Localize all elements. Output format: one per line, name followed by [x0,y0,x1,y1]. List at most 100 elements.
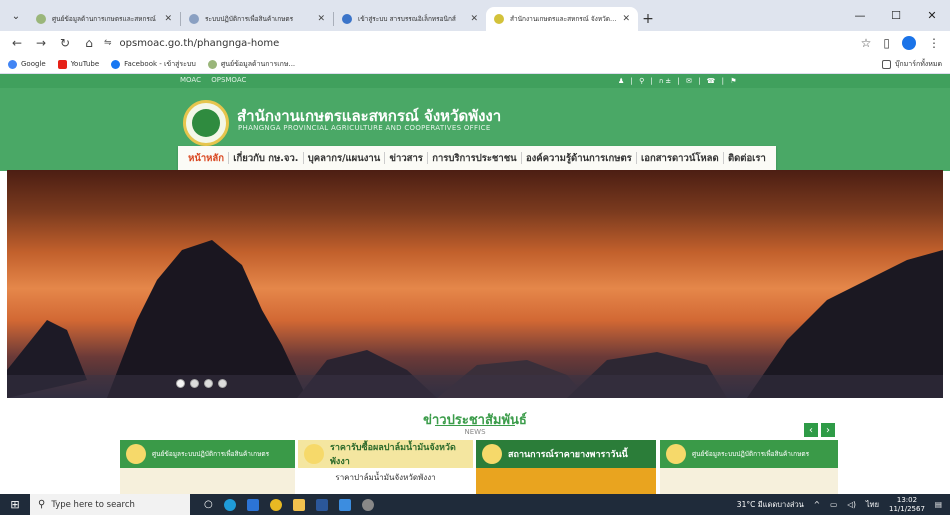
all-bookmarks[interactable]: บุ๊กมาร์กทั้งหมด [881,59,942,70]
search-icon[interactable]: ⚲ [639,77,646,85]
app-icon[interactable] [338,498,351,511]
browser-tab-active[interactable]: สำนักงานเกษตรและสหกรณ์ จังหวัดพังงา ✕ [486,7,638,31]
close-window-icon[interactable]: ✕ [914,9,950,22]
tab-close-icon[interactable]: ✕ [317,14,325,24]
site-subtitle: PHANGNGA PROVINCIAL AGRICULTURE AND COOP… [238,124,491,132]
hero-banner[interactable] [7,170,943,398]
edge-icon[interactable] [223,498,236,511]
browser-tab[interactable]: ศูนย์ข้อมูลด้านการเกษตรและสหกรณ์ ✕ [28,7,180,31]
search-icon: ⚲ [38,499,46,510]
notification-icon[interactable]: ▤ [935,500,942,509]
nav-contact[interactable]: ติดต่อเรา [728,151,766,166]
side-panel-icon[interactable]: ▯ [883,36,890,50]
news-underline [435,425,515,426]
carousel-dot[interactable] [190,379,199,388]
weather-text[interactable]: 31°C มีแดดบางส่วน [737,499,804,511]
windows-start-icon[interactable]: ⊞ [0,498,30,511]
carousel-dot[interactable] [176,379,185,388]
address-bar-row: ← → ↻ ⌂ ⇋ opsmoac.go.th/phangnga-home ☆ … [0,31,950,55]
nav-home[interactable]: หน้าหลัก [188,151,224,166]
tab-favicon-icon [342,14,352,24]
app-icon[interactable] [246,498,259,511]
volume-icon[interactable]: ◁) [847,500,856,509]
window-controls: — ☐ ✕ [842,0,950,31]
mail-icon[interactable]: ✉ [686,77,694,85]
news-card[interactable]: สถานการณ์ราคายางพาราวันนี้ [476,440,656,494]
tab-favicon-icon [189,14,199,24]
browser-tab-strip: ⌄ ศูนย์ข้อมูลด้านการเกษตรและสหกรณ์ ✕ ระบ… [0,0,950,31]
bookmark-facebook[interactable]: Facebook - เข้าสู่ระบบ [111,59,196,70]
font-size-icon[interactable]: ก± [659,77,673,85]
nav-services[interactable]: การบริการประชาชน [432,151,516,166]
sea [7,375,943,398]
bookmark-label: Facebook - เข้าสู่ระบบ [124,59,196,68]
network-icon[interactable]: ▭ [830,500,837,509]
nav-knowledge[interactable]: องค์ความรู้ด้านการเกษตร [526,151,632,166]
back-icon[interactable]: ← [8,36,26,50]
seal-icon [666,444,686,464]
tab-close-icon[interactable]: ✕ [622,14,630,24]
prev-arrow-icon[interactable]: ‹ [804,423,818,437]
pinned-apps: ○ [204,498,374,511]
user-icon[interactable]: ♟ [618,77,626,85]
task-view-icon[interactable]: ○ [204,499,213,510]
browser-tab[interactable]: ระบบปฏิบัติการเพื่อสินค้าเกษตร ✕ [181,7,333,31]
phone-icon[interactable]: ☎ [707,77,718,85]
location-icon[interactable]: ⚑ [730,77,738,85]
bookmark-google[interactable]: Google [8,59,46,69]
bookmark-label: ศูนย์ข้อมูลด้านการเกษ... [220,59,296,68]
news-card[interactable]: ศูนย์ข้อมูลระบบปฏิบัติการเพื่อสินค้าเกษต… [660,440,838,494]
new-tab-button[interactable]: + [638,7,658,31]
menu-kebab-icon[interactable]: ⋮ [928,36,940,50]
url-field[interactable]: ⇋ opsmoac.go.th/phangnga-home [104,33,861,53]
card-title: ศูนย์ข้อมูลระบบปฏิบัติการเพื่อสินค้าเกษต… [692,450,810,458]
language-indicator[interactable]: ไทย [866,499,879,511]
settings-icon[interactable] [361,498,374,511]
file-explorer-icon[interactable] [292,498,305,511]
tray-chevron-icon[interactable]: ^ [814,500,820,509]
clock-time: 13:02 [896,495,918,504]
nav-divider [427,152,429,164]
maximize-icon[interactable]: ☐ [878,9,914,22]
seal-icon [304,444,324,464]
bookmark-label: Google [21,60,46,68]
nav-news[interactable]: ข่าวสาร [390,151,423,166]
tab-close-icon[interactable]: ✕ [470,14,478,24]
bookmark-agri-data[interactable]: ศูนย์ข้อมูลด้านการเกษ... [207,59,296,70]
browser-tab[interactable]: เข้าสู่ระบบ สารบรรณอิเล็กทรอนิกส์ ✕ [334,7,486,31]
card-body [476,468,656,494]
word-icon[interactable] [315,498,328,511]
reload-icon[interactable]: ↻ [56,36,74,50]
news-card[interactable]: ราคารับซื้อผลปาล์มน้ำมันจังหวัดพังงา ราค… [298,440,473,494]
nav-divider [384,152,386,164]
nav-divider [635,152,637,164]
tab-search-icon[interactable]: ⌄ [4,4,28,28]
moac-link[interactable]: MOAC [180,76,201,84]
nav-about[interactable]: เกี่ยวกับ กษ.จว. [233,151,298,166]
news-card[interactable]: ศูนย์ข้อมูลระบบปฏิบัติการเพื่อสินค้าเกษต… [120,440,295,494]
carousel-dot[interactable] [204,379,213,388]
minimize-icon[interactable]: — [842,9,878,22]
home-icon[interactable]: ⌂ [80,36,98,50]
site-logo[interactable] [183,100,229,146]
island-silhouette [107,240,307,398]
tab-close-icon[interactable]: ✕ [164,14,172,24]
opsmoac-link[interactable]: OPSMOAC [211,76,246,84]
nav-downloads[interactable]: เอกสารดาวน์โหลด [641,151,719,166]
next-arrow-icon[interactable]: › [821,423,835,437]
tab-title: เข้าสู่ระบบ สารบรรณอิเล็กทรอนิกส์ [358,15,456,23]
tab-favicon-icon [36,14,46,24]
profile-avatar[interactable] [902,36,916,50]
card-title: ราคารับซื้อผลปาล์มน้ำมันจังหวัดพังงา [330,443,456,467]
clock[interactable]: 13:02 11/1/2567 [889,496,925,514]
card-title: ศูนย์ข้อมูลระบบปฏิบัติการเพื่อสินค้าเกษต… [152,450,270,458]
chrome-icon[interactable] [269,498,282,511]
forward-icon[interactable]: → [32,36,50,50]
carousel-dot[interactable] [218,379,227,388]
bookmark-youtube[interactable]: YouTube [57,59,99,69]
nav-divider [302,152,304,164]
site-info-icon[interactable]: ⇋ [104,38,112,48]
taskbar-search[interactable]: ⚲ Type here to search [30,494,190,515]
bookmark-star-icon[interactable]: ☆ [861,36,872,50]
nav-staff[interactable]: บุคลากร/แผนงาน [308,151,381,166]
